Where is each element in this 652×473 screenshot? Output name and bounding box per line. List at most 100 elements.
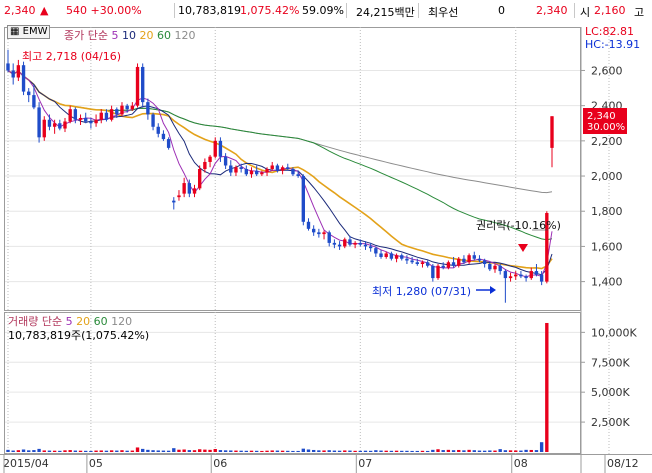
volume-bar xyxy=(539,442,544,452)
chart-canvas[interactable]: 2,6002,4002,2002,0001,8001,6001,40010,00… xyxy=(0,22,652,473)
candle-body xyxy=(63,121,67,129)
candle-body xyxy=(301,176,305,222)
volume-bar xyxy=(239,450,243,452)
candle-body xyxy=(394,255,399,259)
legend-ma20[interactable]: 20 xyxy=(139,29,153,42)
candle-body xyxy=(420,262,425,265)
candle-body xyxy=(58,123,62,129)
volume-bar xyxy=(436,449,440,452)
legend-ma10[interactable]: 10 xyxy=(122,29,136,42)
volume-bar xyxy=(379,450,383,452)
candle-body xyxy=(109,109,114,120)
volume-bar xyxy=(400,450,404,452)
candle-body xyxy=(311,228,316,233)
divider xyxy=(418,3,419,18)
volume-bar xyxy=(322,450,326,452)
volume-bar xyxy=(156,450,160,452)
volume-bar xyxy=(115,450,119,452)
volume-bar xyxy=(503,450,508,452)
candle-body xyxy=(275,165,280,171)
candle-body xyxy=(32,95,36,108)
x-tick-label: 06 xyxy=(213,457,227,470)
volume-tick-label: 2,500K xyxy=(591,416,630,429)
candle-body xyxy=(249,170,254,175)
amount-value: 24,215백만 xyxy=(356,6,415,19)
candle-body xyxy=(146,102,150,115)
divider xyxy=(346,3,347,18)
candle-body xyxy=(457,258,461,266)
volume-bar xyxy=(337,450,342,452)
candle-body xyxy=(446,262,451,268)
volume-bar xyxy=(182,449,186,452)
candle-body xyxy=(130,105,135,110)
candle-body xyxy=(322,232,326,235)
volume-bar xyxy=(6,449,10,452)
volume-bar xyxy=(301,448,305,452)
candle-body xyxy=(415,262,419,265)
volume-bar xyxy=(514,450,518,452)
candle-body xyxy=(348,239,352,245)
high-annotation: 최고 2,718 (04/16) xyxy=(22,50,122,63)
volume-bar xyxy=(311,449,316,452)
price-value: 2,340 xyxy=(4,4,36,17)
price-tick-label: 1,600 xyxy=(591,240,623,253)
candle-body xyxy=(6,63,10,71)
candle-body xyxy=(156,126,160,134)
candle-body xyxy=(291,169,295,175)
volume-bar xyxy=(223,450,228,452)
volume-bar xyxy=(529,449,533,452)
volume-bar xyxy=(348,450,352,452)
volume-ratio: 1,075.42% xyxy=(240,4,300,17)
price-legend[interactable]: 종가 단순 5 10 20 60 120 xyxy=(64,27,195,43)
open-value: 2,160 xyxy=(594,4,626,17)
pref-qty: 0 xyxy=(498,4,505,17)
volume-bar xyxy=(519,450,523,452)
volume-bar xyxy=(353,450,357,452)
candle-body xyxy=(410,260,414,263)
current-price-label: 2,340 xyxy=(587,111,616,122)
volume-bar xyxy=(166,450,171,452)
volume-bar xyxy=(120,450,124,452)
volume-tick-label: 10,000K xyxy=(591,326,637,339)
volume-bar xyxy=(218,450,223,452)
x-tick-label: 08/12 xyxy=(607,457,639,470)
volume-bar xyxy=(296,450,300,452)
legend-ma120[interactable]: 120 xyxy=(174,29,195,42)
volume-bar xyxy=(52,450,57,452)
volume-bar xyxy=(198,449,202,452)
volume-bar xyxy=(384,450,388,452)
candle-body xyxy=(161,133,166,140)
candle-body xyxy=(477,258,482,261)
candle-body xyxy=(172,200,176,203)
candle-body xyxy=(218,140,223,157)
chart-type-chip[interactable]: ▦ EMW xyxy=(7,25,51,39)
candle-body xyxy=(451,262,456,266)
volume-bar xyxy=(441,450,445,452)
legend-ma60[interactable]: 60 xyxy=(157,29,171,42)
candle-body xyxy=(68,109,72,122)
legend-ma5[interactable]: 5 xyxy=(111,29,118,42)
volume-bar xyxy=(203,449,207,452)
volume-bar xyxy=(343,450,347,452)
divider xyxy=(174,3,175,18)
volume-bar xyxy=(457,449,461,452)
price-tick-label: 2,000 xyxy=(591,170,623,183)
candle-body xyxy=(42,119,46,138)
candle-body xyxy=(358,242,362,245)
candle-body xyxy=(229,165,233,173)
pref-label: 최우선 xyxy=(428,6,459,19)
candle-body xyxy=(16,65,21,78)
price-legend-title: 종가 단순 xyxy=(64,29,108,42)
candle-body xyxy=(239,167,243,169)
volume-bar xyxy=(446,449,451,452)
candle-body xyxy=(379,253,383,257)
candle-body xyxy=(27,91,31,96)
x-tick-label: 2015/04 xyxy=(3,457,49,470)
volume-bar xyxy=(109,450,114,452)
candle-body xyxy=(498,265,502,272)
volume-bar xyxy=(431,449,435,452)
candle-body xyxy=(99,112,103,120)
volume-bar xyxy=(161,450,166,452)
candle-body xyxy=(431,265,435,279)
volume-bar xyxy=(270,450,274,452)
